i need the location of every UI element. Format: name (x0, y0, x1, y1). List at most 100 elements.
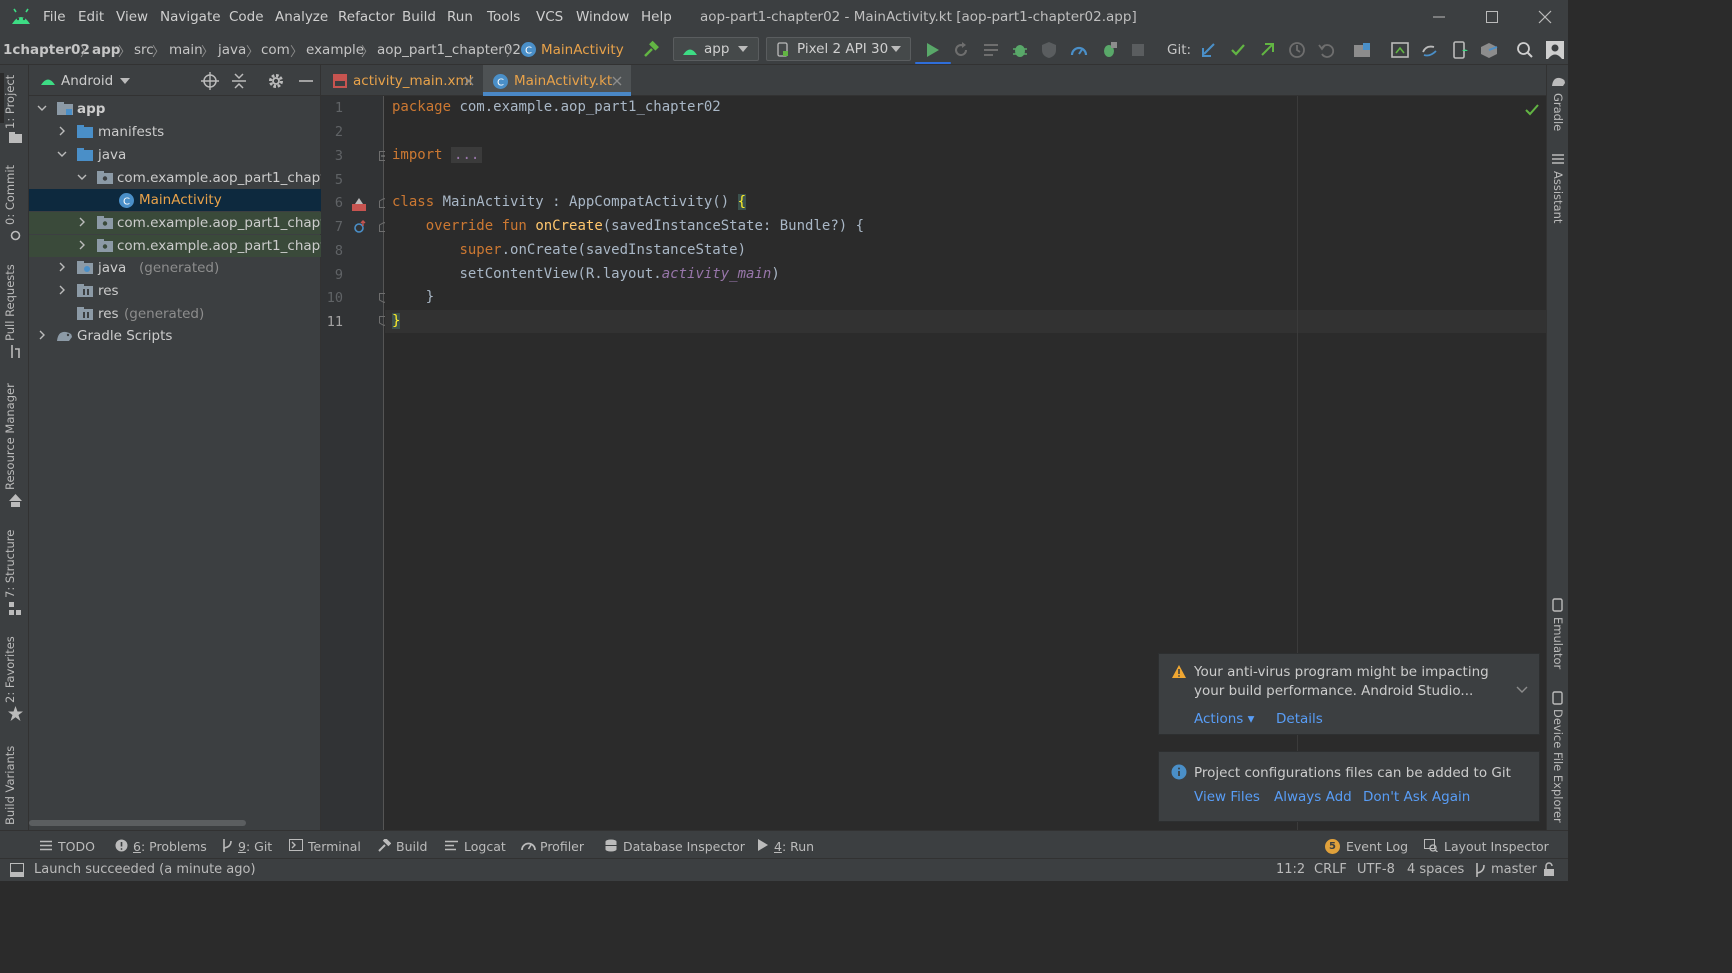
debug-bug-icon[interactable] (1010, 40, 1030, 60)
tool-tab-assistant[interactable]: Assistant (1551, 171, 1565, 223)
chevron-right-icon[interactable] (77, 217, 87, 227)
tool-event-log[interactable]: 5 Event Log (1325, 839, 1408, 854)
menu-edit[interactable]: Edit (78, 9, 104, 25)
menu-vcs[interactable]: VCS (536, 9, 563, 25)
tree-item-manifests[interactable]: manifests (29, 121, 321, 143)
tool-tab-emulator[interactable]: Emulator (1551, 617, 1565, 669)
tree-item-package-androidtest[interactable]: com.example.aop_part1_chapter0 (29, 212, 348, 234)
tab-mainactivity-kt[interactable]: C MainActivity.kt (483, 65, 631, 96)
tool-tab-commit[interactable]: 0: Commit (3, 165, 17, 225)
file-encoding[interactable]: UTF-8 (1357, 862, 1395, 877)
no-problems-check-icon[interactable] (1525, 104, 1539, 116)
dont-ask-again-link[interactable]: Don't Ask Again (1363, 789, 1470, 805)
breadcrumb-app[interactable]: app (92, 42, 120, 58)
menu-refactor[interactable]: Refactor (338, 9, 395, 25)
chevron-right-icon[interactable] (57, 262, 67, 272)
collapse-all-icon[interactable] (230, 72, 248, 90)
tree-item-java-generated[interactable]: java (generated) (29, 257, 321, 279)
chevron-down-icon[interactable] (37, 103, 47, 113)
tool-tab-favorites[interactable]: 2: Favorites (3, 636, 17, 703)
chevron-right-icon[interactable] (57, 285, 67, 295)
breadcrumb-java[interactable]: java (218, 42, 246, 58)
tab-activity-main-xml[interactable]: activity_main.xml (321, 65, 482, 96)
chevron-down-icon[interactable] (57, 149, 67, 159)
breadcrumb-main[interactable]: main (169, 42, 203, 58)
notification-actions-link[interactable]: Actions ▾ (1194, 711, 1254, 727)
tool-build[interactable]: Build (377, 839, 427, 854)
toggle-tool-windows-icon[interactable] (10, 863, 24, 877)
tool-logcat[interactable]: Logcat (445, 839, 506, 854)
breadcrumb-project[interactable]: 1chapter02 (3, 42, 90, 58)
tree-item-app[interactable]: app (29, 98, 321, 120)
locate-target-icon[interactable] (201, 72, 219, 90)
tool-tab-pull-requests[interactable]: Pull Requests (3, 264, 17, 341)
horizontal-scrollbar[interactable] (29, 820, 246, 826)
run-config-select[interactable]: app (673, 37, 759, 61)
git-branch[interactable]: master (1491, 862, 1537, 877)
close-window-button[interactable] (1525, 4, 1565, 30)
menu-navigate[interactable]: Navigate (160, 9, 221, 25)
breadcrumb-com[interactable]: com (261, 42, 290, 58)
status-message[interactable]: Launch succeeded (a minute ago) (34, 862, 256, 877)
account-avatar-icon[interactable] (1545, 40, 1565, 60)
menu-analyze[interactable]: Analyze (275, 9, 328, 25)
menu-tools[interactable]: Tools (487, 9, 520, 25)
git-rollback-icon[interactable] (1316, 40, 1336, 60)
tool-run[interactable]: 4: Run (757, 839, 814, 854)
chevron-right-icon[interactable] (77, 240, 87, 250)
search-everywhere-icon[interactable] (1515, 40, 1535, 60)
project-structure-icon[interactable] (1352, 40, 1372, 60)
tool-tab-device-file-explorer[interactable]: Device File Explorer (1551, 709, 1565, 823)
attach-debugger-icon[interactable] (1099, 40, 1119, 60)
coverage-shield-icon[interactable] (1039, 40, 1059, 60)
gradle-sync-icon[interactable] (1420, 40, 1440, 60)
make-project-hammer-icon[interactable] (641, 40, 661, 60)
tool-terminal[interactable]: Terminal (289, 839, 361, 854)
menu-build[interactable]: Build (402, 9, 436, 25)
maximize-button[interactable] (1472, 4, 1512, 30)
breadcrumb-example[interactable]: example (306, 42, 364, 58)
tool-tab-structure[interactable]: 7: Structure (3, 530, 17, 598)
chevron-right-icon[interactable] (37, 330, 47, 340)
tree-item-package-main[interactable]: com.example.aop_part1_chapter0 (29, 167, 348, 189)
tool-layout-inspector[interactable]: Layout Inspector (1424, 839, 1549, 854)
tool-tab-project[interactable]: 1: Project (3, 75, 17, 129)
gear-icon[interactable] (267, 72, 285, 90)
view-files-link[interactable]: View Files (1194, 789, 1260, 805)
tool-todo[interactable]: TODO (40, 839, 95, 854)
minimize-button[interactable] (1419, 4, 1459, 30)
menu-file[interactable]: File (43, 9, 66, 25)
git-history-clock-icon[interactable] (1287, 40, 1307, 60)
indent-setting[interactable]: 4 spaces (1407, 862, 1464, 877)
apply-code-changes-icon[interactable] (981, 40, 1001, 60)
tree-item-gradle-scripts[interactable]: Gradle Scripts (29, 325, 321, 347)
layout-preview-icon[interactable] (351, 196, 367, 212)
tree-item-package-test[interactable]: com.example.aop_part1_chapter0 (29, 235, 348, 257)
menu-window[interactable]: Window (576, 9, 629, 25)
profile-gauge-icon[interactable] (1069, 40, 1089, 60)
close-tab-icon[interactable] (612, 76, 622, 86)
tree-item-res-generated[interactable]: res (generated) (29, 303, 321, 325)
tool-problems[interactable]: 6: Problems (115, 839, 207, 854)
close-tab-icon[interactable] (464, 76, 474, 86)
menu-code[interactable]: Code (229, 9, 264, 25)
menu-run[interactable]: Run (447, 9, 473, 25)
sdk-manager-icon[interactable] (1390, 40, 1410, 60)
android-sdk-icon[interactable] (1479, 40, 1499, 60)
git-commit-check-icon[interactable] (1228, 40, 1248, 60)
chevron-down-icon[interactable] (77, 172, 87, 182)
stop-icon[interactable] (1128, 40, 1148, 60)
tool-tab-resource-manager[interactable]: Resource Manager (3, 383, 17, 490)
tool-tab-build-variants[interactable]: Build Variants (3, 746, 17, 825)
lock-icon[interactable] (1543, 862, 1555, 877)
project-view-select[interactable]: Android (59, 72, 139, 90)
override-method-icon[interactable] (353, 220, 367, 234)
tool-git[interactable]: 9: Git (221, 839, 272, 854)
git-push-arrow-icon[interactable] (1257, 40, 1277, 60)
avd-manager-icon[interactable] (1450, 40, 1470, 60)
notification-details-link[interactable]: Details (1276, 711, 1323, 727)
tool-tab-gradle[interactable]: Gradle (1551, 93, 1565, 131)
caret-position[interactable]: 11:2 (1276, 862, 1305, 877)
line-separator[interactable]: CRLF (1314, 862, 1347, 877)
expand-chevron-icon[interactable] (1516, 686, 1528, 694)
